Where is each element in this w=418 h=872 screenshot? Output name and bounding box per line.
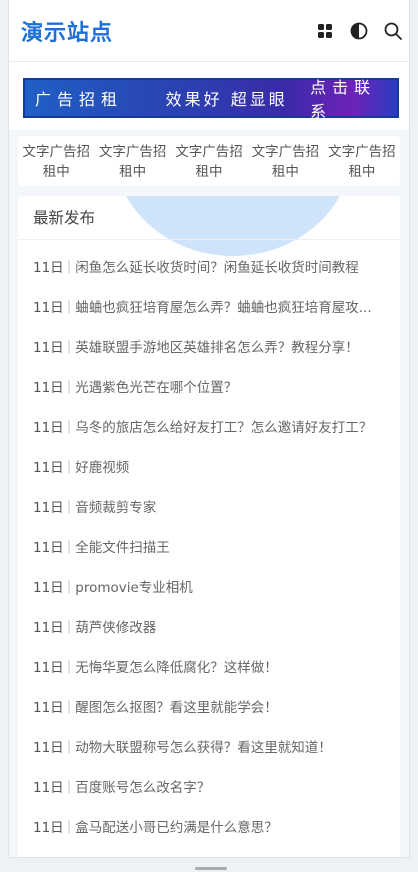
item-title-link[interactable]: 醒图怎么抠图？看这里就能学会！	[75, 696, 278, 716]
list-item[interactable]: 11日 | 光遇紫色光芒在哪个位置？	[18, 366, 400, 406]
item-date: 11日	[33, 260, 64, 276]
item-separator: |	[66, 578, 72, 594]
contrast-icon[interactable]	[349, 21, 369, 41]
home-indicator	[195, 867, 227, 870]
list-item[interactable]: 11日 | 葫芦侠修改器	[18, 606, 400, 646]
item-date: 11日	[33, 500, 64, 516]
item-date: 11日	[33, 540, 64, 556]
item-separator: |	[66, 418, 72, 434]
item-title-link[interactable]: 好鹿视频	[75, 456, 129, 476]
site-logo[interactable]: 演示站点	[21, 15, 113, 47]
item-title-link[interactable]: 动物大联盟称号怎么获得？看这里就知道！	[75, 736, 332, 756]
item-separator: |	[66, 818, 72, 834]
list-item[interactable]: 11日 | 动物大联盟称号怎么获得？看这里就知道！	[18, 726, 400, 766]
list-item[interactable]: 11日 | 闲鱼怎么延长收货时间？闲鱼延长收货时间教程	[18, 246, 400, 286]
item-separator: |	[66, 738, 72, 754]
item-title-link[interactable]: 音频裁剪专家	[75, 496, 156, 516]
item-title-link[interactable]: 光遇紫色光芒在哪个位置？	[75, 376, 237, 396]
latest-panel: 最新发布 11日 | 闲鱼怎么延长收货时间？闲鱼延长收货时间教程 11日 | 蛐蛐也疯狂培…	[18, 196, 400, 857]
item-separator: |	[66, 618, 72, 634]
item-date: 11日	[33, 780, 64, 796]
section-title: 最新发布	[18, 196, 400, 240]
list-item[interactable]: 11日 | 盒马配送小哥已约满是什么意思？	[18, 806, 400, 846]
item-title-link[interactable]: 百度账号怎么改名字？	[75, 776, 210, 796]
item-date: 11日	[33, 340, 64, 356]
item-title-link[interactable]: 英雄联盟手游地区英雄排名怎么弄？教程分享！	[75, 336, 359, 356]
text-ad-link[interactable]: 文字广告招租中	[94, 142, 170, 182]
list-item[interactable]: 11日 | 乌冬的旅店怎么给好友打工？怎么邀请好友打工？	[18, 406, 400, 446]
item-date: 11日	[33, 300, 64, 316]
text-ad-link[interactable]: 文字广告招租中	[247, 142, 323, 182]
banner-text-rent: 广告招租	[35, 90, 124, 109]
list-item[interactable]: 11日 | 无悔华夏怎么降低腐化？这样做！	[18, 646, 400, 686]
item-separator: |	[66, 538, 72, 554]
list-item[interactable]: 11日 | 百度账号怎么改名字？	[18, 766, 400, 806]
item-date: 11日	[33, 380, 64, 396]
item-date: 11日	[33, 460, 64, 476]
list-item[interactable]: 11日 | promovie专业相机	[18, 566, 400, 606]
item-date: 11日	[33, 660, 64, 676]
item-title-link[interactable]: 闲鱼怎么延长收货时间？闲鱼延长收货时间教程	[75, 256, 359, 276]
item-separator: |	[66, 338, 72, 354]
item-title-link[interactable]: 盒马配送小哥已约满是什么意思？	[75, 816, 278, 836]
item-date: 11日	[33, 620, 64, 636]
ad-banner[interactable]: 广告招租 效果好 超显眼 点击联系	[23, 78, 399, 121]
item-separator: |	[66, 698, 72, 714]
item-title-link[interactable]: 乌冬的旅店怎么给好友打工？怎么邀请好友打工？	[75, 416, 372, 436]
item-title-link[interactable]: 蛐蛐也疯狂培育屋怎么弄？蛐蛐也疯狂培育屋攻...	[75, 296, 371, 316]
grid-icon[interactable]	[315, 21, 335, 41]
item-date: 11日	[33, 740, 64, 756]
page-frame: 演示站点 广告招租 效果好 超显眼 点击联系 文字广告招租中 文字广告招租中 文…	[8, 0, 410, 858]
header-icons	[315, 21, 403, 41]
item-separator: |	[66, 778, 72, 794]
item-date: 11日	[33, 700, 64, 716]
banner-area: 广告招租 效果好 超显眼 点击联系	[9, 62, 409, 130]
banner-text-effect: 效果好 超显眼	[165, 90, 288, 109]
list-item[interactable]: 11日 | 英雄联盟手游地区英雄排名怎么弄？教程分享！	[18, 326, 400, 366]
banner-text-contact: 点击联系	[310, 78, 377, 121]
item-separator: |	[66, 458, 72, 474]
item-title-link[interactable]: 无悔华夏怎么降低腐化？这样做！	[75, 656, 278, 676]
item-separator: |	[66, 498, 72, 514]
list-item[interactable]: 11日 | 好鹿视频	[18, 446, 400, 486]
text-ads-row: 文字广告招租中 文字广告招租中 文字广告招租中 文字广告招租中 文字广告招租中	[18, 136, 400, 186]
item-title-link[interactable]: 葫芦侠修改器	[75, 616, 156, 636]
text-ad-link[interactable]: 文字广告招租中	[18, 142, 94, 182]
item-date: 11日	[33, 580, 64, 596]
text-ad-link[interactable]: 文字广告招租中	[171, 142, 247, 182]
list-item[interactable]: 11日 | 蛐蛐也疯狂培育屋怎么弄？蛐蛐也疯狂培育屋攻...	[18, 286, 400, 326]
item-date: 11日	[33, 820, 64, 836]
item-separator: |	[66, 658, 72, 674]
list-item[interactable]: 11日 | 音频裁剪专家	[18, 486, 400, 526]
item-date: 11日	[33, 420, 64, 436]
list-item[interactable]: 11日 | 醒图怎么抠图？看这里就能学会！	[18, 686, 400, 726]
item-title-link[interactable]: promovie专业相机	[75, 576, 193, 596]
item-title-link[interactable]: 全能文件扫描王	[75, 536, 170, 556]
latest-list: 11日 | 闲鱼怎么延长收货时间？闲鱼延长收货时间教程 11日 | 蛐蛐也疯狂培育屋怎么弄…	[18, 240, 400, 846]
item-separator: |	[66, 298, 72, 314]
text-ad-link[interactable]: 文字广告招租中	[324, 142, 400, 182]
item-separator: |	[66, 378, 72, 394]
item-separator: |	[66, 258, 72, 274]
list-item[interactable]: 11日 | 全能文件扫描王	[18, 526, 400, 566]
search-icon[interactable]	[383, 21, 403, 41]
top-header: 演示站点	[9, 0, 409, 62]
